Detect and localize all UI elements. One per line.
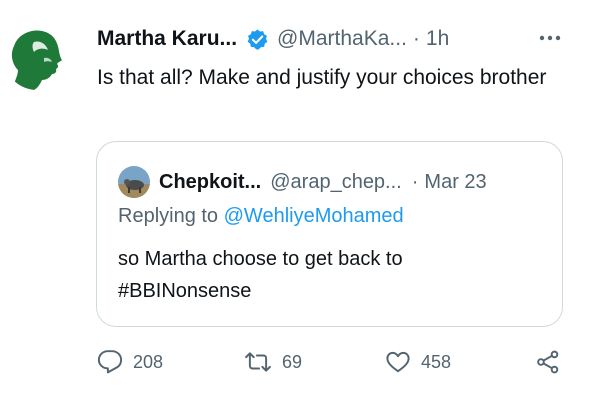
- tweet-timestamp[interactable]: 1h: [426, 27, 449, 51]
- quoted-author-name[interactable]: Chepkoit...: [159, 171, 261, 194]
- share-button[interactable]: [535, 344, 561, 380]
- replying-to-mention[interactable]: @WehliyeMohamed: [224, 205, 404, 227]
- tweet-header: Martha Karu... @MarthaKa... · 1h: [97, 24, 567, 54]
- quoted-avatar-icon: [118, 166, 150, 198]
- reply-icon: [97, 350, 123, 374]
- reply-count: 208: [133, 351, 164, 372]
- quoted-author-handle[interactable]: @arap_chep...: [270, 171, 402, 194]
- quoted-tweet-header: Chepkoit... @arap_chep... · Mar 23: [159, 166, 487, 198]
- like-icon: [386, 351, 410, 373]
- author-avatar[interactable]: [4, 24, 70, 90]
- retweet-button[interactable]: 69: [244, 344, 302, 380]
- tweet[interactable]: Martha Karu... @MarthaKa... · 1h Is that…: [0, 0, 589, 407]
- like-count: 458: [421, 351, 452, 372]
- retweet-count: 69: [282, 351, 303, 372]
- author-name[interactable]: Martha Karu...: [97, 27, 237, 51]
- tweet-actions: 208 69 458: [97, 344, 567, 380]
- tweet-text: Is that all? Make and justify your choic…: [97, 66, 547, 89]
- share-icon: [537, 350, 559, 374]
- like-button[interactable]: 458: [385, 344, 451, 380]
- header-separator: ·: [412, 27, 420, 50]
- retweet-icon: [245, 352, 271, 372]
- more-options-icon[interactable]: [535, 26, 565, 50]
- avatar-silhouette-icon: [4, 24, 70, 90]
- replying-to-line: Replying to @WehliyeMohamed: [118, 205, 404, 228]
- replying-to-label: Replying to: [118, 205, 219, 227]
- quoted-text-line-1: so Martha choose to get back to: [118, 248, 403, 270]
- quoted-text-line-2: #BBINonsense: [118, 280, 252, 302]
- reply-button[interactable]: 208: [97, 344, 163, 380]
- quoted-tweet-date[interactable]: Mar 23: [424, 171, 486, 194]
- author-handle[interactable]: @MarthaKa...: [277, 27, 407, 51]
- quoted-tweet-text: so Martha choose to get back to #BBINons…: [118, 243, 548, 307]
- quoted-header-separator: ·: [411, 170, 419, 193]
- quoted-tweet[interactable]: Chepkoit... @arap_chep... · Mar 23 Reply…: [96, 141, 563, 327]
- verified-badge-icon: [246, 28, 269, 51]
- quoted-author-avatar[interactable]: [118, 166, 150, 198]
